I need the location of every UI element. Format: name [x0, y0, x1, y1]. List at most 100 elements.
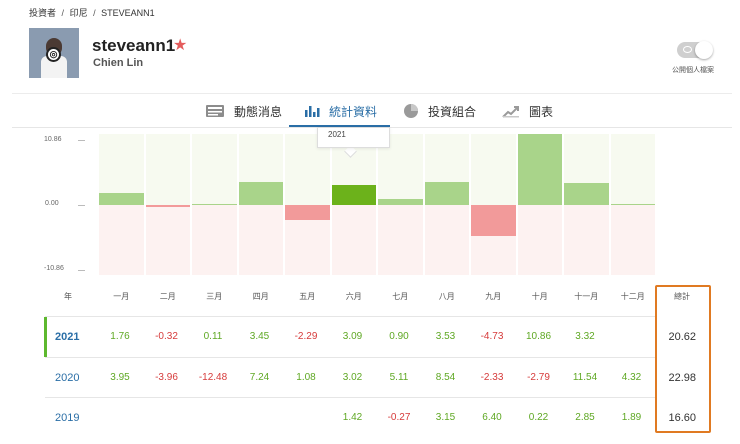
table-cell: 11.54 — [572, 372, 598, 383]
y-tick — [78, 270, 85, 271]
breadcrumb-country[interactable]: 印尼 — [70, 8, 88, 18]
y-tick-label: -10.86 — [44, 265, 64, 272]
y-tick-label: 10.86 — [44, 136, 62, 143]
row-divider — [45, 316, 657, 317]
bar-background-positive — [192, 134, 237, 205]
table-cell: 3.53 — [435, 331, 456, 342]
bar-background-positive — [145, 134, 190, 205]
bar-column-12[interactable] — [610, 134, 655, 275]
tab-label: 統計資料 — [329, 104, 378, 119]
month-header: 五月 — [299, 292, 316, 301]
row-divider — [45, 397, 657, 398]
table-cell: 3.95 — [110, 372, 130, 383]
avatar[interactable]: ◎ — [29, 28, 79, 78]
total-cell: 16.60 — [668, 412, 696, 424]
breadcrumb-separator: / — [61, 8, 65, 18]
y-tick — [78, 205, 85, 206]
table-cell: -4.73 — [480, 331, 504, 342]
table-cell: -3.96 — [155, 372, 178, 383]
breadcrumb-user: STEVEANN1 — [101, 8, 155, 18]
table-cell: 10.86 — [525, 331, 552, 342]
table-cell: 4.32 — [621, 372, 642, 383]
bar-八月[interactable] — [424, 181, 469, 205]
bar-二月[interactable] — [145, 205, 190, 208]
real-name: Chien Lin — [93, 57, 144, 69]
table-cell: 6.40 — [482, 412, 502, 423]
bar-十一月[interactable] — [564, 183, 609, 205]
bar-column-4[interactable] — [238, 134, 283, 275]
bar-column-10[interactable] — [517, 134, 562, 275]
bar-background-negative — [145, 205, 190, 275]
bar-background-positive — [471, 134, 516, 205]
bar-column-5[interactable] — [285, 134, 330, 275]
bar-七月[interactable] — [378, 199, 423, 205]
year-cell-2020[interactable]: 2020 — [55, 372, 79, 384]
table-cell: -2.33 — [480, 372, 504, 383]
bar-column-9[interactable] — [471, 134, 516, 275]
table-cell: 7.24 — [249, 372, 270, 383]
bar-column-8[interactable] — [424, 134, 469, 275]
tab-label: 投資組合 — [428, 104, 477, 119]
table-cell: 0.90 — [389, 331, 409, 342]
newsfeed-icon — [206, 105, 224, 117]
table-cell: 1.42 — [342, 412, 363, 423]
table-cell: 0.11 — [203, 331, 223, 342]
toggle-knob — [695, 41, 713, 59]
bar-三月[interactable] — [192, 204, 237, 205]
bar-十月[interactable] — [517, 134, 562, 205]
bar-background-negative — [564, 205, 609, 275]
total-highlight-box — [655, 285, 711, 433]
tab-portfolio[interactable]: 投資組合 — [403, 94, 476, 128]
pie-chart-icon — [404, 104, 418, 118]
bar-五月[interactable] — [285, 205, 330, 220]
table-cell: -0.27 — [387, 412, 411, 423]
active-row-indicator — [44, 317, 47, 357]
total-cell: 22.98 — [668, 372, 696, 384]
bar-background-negative — [424, 205, 469, 275]
month-header: 三月 — [206, 292, 223, 301]
table-cell: 3.32 — [575, 331, 595, 342]
bar-column-1[interactable] — [99, 134, 144, 275]
table-cell: 8.54 — [435, 372, 456, 383]
month-header: 一月 — [113, 292, 130, 301]
bar-column-11[interactable] — [564, 134, 609, 275]
table-cell: 2.85 — [575, 412, 595, 423]
bar-四月[interactable] — [238, 182, 283, 205]
bar-column-7[interactable] — [378, 134, 423, 275]
bar-一月[interactable] — [99, 193, 144, 205]
breadcrumb-investors[interactable]: 投資者 — [29, 8, 56, 18]
eye-icon — [683, 46, 692, 53]
bar-column-2[interactable] — [145, 134, 190, 275]
line-chart-icon — [502, 106, 519, 118]
year-cell-2019[interactable]: 2019 — [55, 412, 79, 424]
breadcrumb-separator: / — [93, 8, 96, 18]
table-cell: 0.22 — [528, 412, 549, 423]
bar-六月[interactable] — [331, 184, 376, 205]
breadcrumb: 投資者 / 印尼 / STEVEANN1 — [29, 6, 158, 19]
bar-column-3[interactable] — [192, 134, 237, 275]
table-cell: 1.08 — [296, 372, 316, 383]
month-header: 九月 — [485, 292, 502, 301]
table-cell: 3.15 — [435, 412, 456, 423]
bar-column-6[interactable] — [331, 134, 376, 275]
bar-十二月[interactable] — [610, 204, 655, 205]
tab-charts[interactable]: 圖表 — [502, 94, 553, 128]
table-cell: 1.89 — [621, 412, 642, 423]
table-cell: 3.02 — [342, 372, 363, 383]
bar-background-negative — [378, 205, 423, 275]
y-tick-label: 0.00 — [45, 200, 59, 207]
month-header: 十一月 — [574, 292, 599, 301]
tab-statistics[interactable]: 統計資料 — [304, 94, 377, 128]
row-divider — [45, 357, 657, 358]
year-cell-2021[interactable]: 2021 — [55, 331, 79, 343]
public-profile-toggle[interactable] — [677, 41, 713, 59]
bar-九月[interactable] — [471, 205, 516, 236]
tab-label: 動態消息 — [234, 104, 283, 119]
month-header: 十二月 — [620, 292, 645, 301]
bar-background-negative — [192, 205, 237, 275]
star-icon[interactable]: ★ — [173, 35, 187, 55]
bar-background-negative — [331, 205, 376, 275]
tab-bar: 動態消息 統計資料 投資組合 圖表 — [12, 93, 732, 128]
tab-newsfeed[interactable]: 動態消息 — [205, 94, 282, 128]
camera-icon: ◎ — [46, 47, 61, 62]
